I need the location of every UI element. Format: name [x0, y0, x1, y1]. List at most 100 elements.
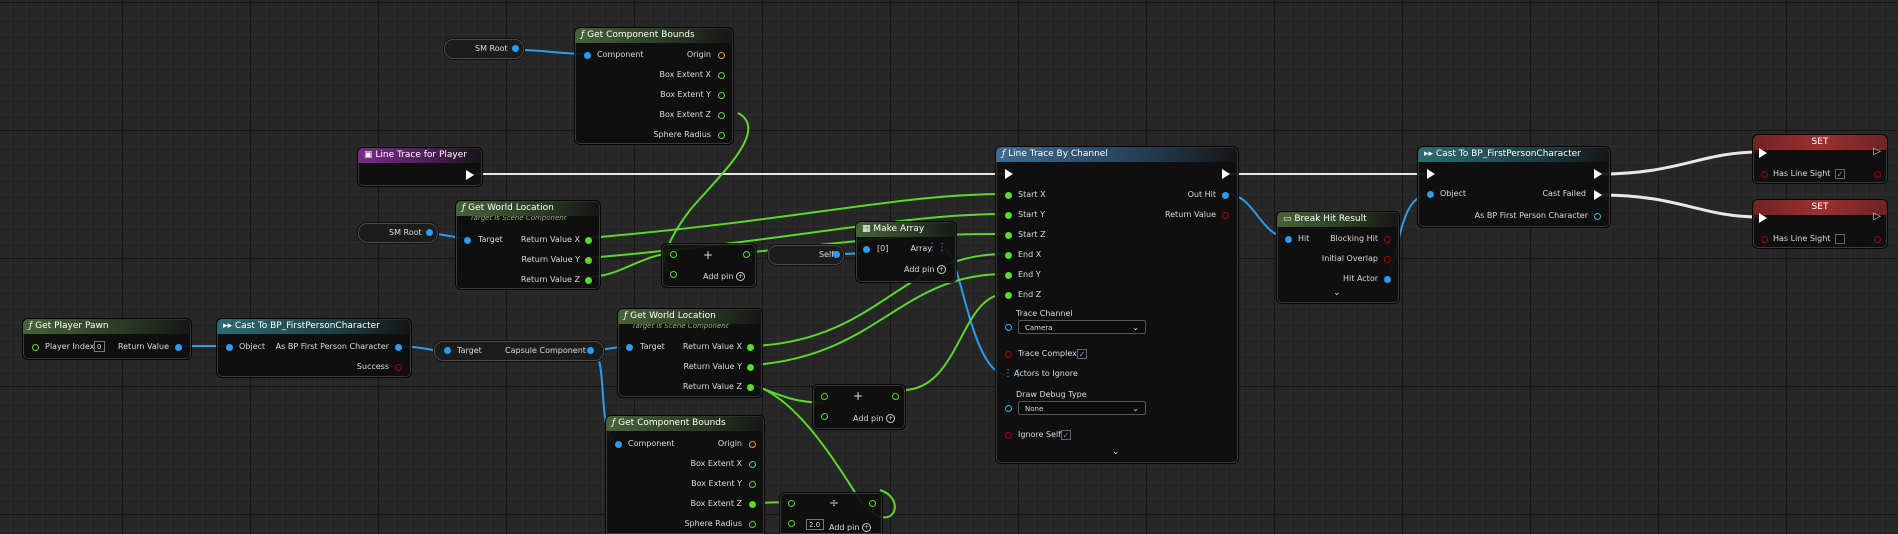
- has-line-sight-checkbox[interactable]: ✓: [1835, 169, 1845, 179]
- sm-root-output-pin[interactable]: [426, 229, 433, 236]
- trace-channel-dropdown[interactable]: Camera ⌄: [1018, 320, 1146, 334]
- cast-to-bp-first-person-character-right[interactable]: ▸▸ Cast To BP_FirstPersonCharacter Objec…: [1417, 146, 1611, 228]
- add-input-a-pin[interactable]: [821, 393, 828, 400]
- line-trace-by-channel-node[interactable]: ƒ Line Trace By Channel Start X Out Hit S…: [995, 146, 1239, 464]
- origin-pin[interactable]: [718, 52, 725, 59]
- has-line-sight-pin[interactable]: [1761, 236, 1768, 243]
- return-value-pin[interactable]: [175, 344, 182, 351]
- sphere-radius-pin[interactable]: [718, 132, 725, 139]
- line-trace-for-player-event[interactable]: ▣ Line Trace for Player: [357, 147, 483, 187]
- return-y-pin[interactable]: [747, 364, 754, 371]
- add-input-a-pin[interactable]: [670, 251, 677, 258]
- as-bp-pin[interactable]: [1594, 213, 1601, 220]
- has-line-sight-output-pin[interactable]: [1874, 171, 1881, 178]
- add-float-node-top[interactable]: + Add pin +: [661, 243, 757, 288]
- draw-debug-pin[interactable]: [1005, 405, 1012, 412]
- return-y-pin[interactable]: [585, 257, 592, 264]
- start-y-pin[interactable]: [1005, 212, 1012, 219]
- trace-complex-pin[interactable]: [1005, 351, 1012, 358]
- box-extent-x-pin[interactable]: [749, 461, 756, 468]
- hit-actor-pin[interactable]: [1384, 276, 1391, 283]
- exec-output-pin[interactable]: [1222, 169, 1230, 179]
- has-line-sight-checkbox[interactable]: [1835, 234, 1845, 244]
- get-component-bounds-node-bottom[interactable]: ƒ Get Component Bounds Component Origin B…: [605, 415, 765, 534]
- add-input-b-pin[interactable]: [670, 271, 677, 278]
- box-extent-y-pin[interactable]: [749, 481, 756, 488]
- sm-root-getter-mid[interactable]: SM Root: [358, 223, 438, 243]
- blocking-hit-pin[interactable]: [1384, 236, 1391, 243]
- exec-output-pin[interactable]: [1594, 169, 1602, 179]
- return-x-pin[interactable]: [585, 237, 592, 244]
- expand-chevron-icon[interactable]: ⌄: [1112, 447, 1120, 457]
- divide-float-node[interactable]: 2.0 ÷ Add pin +: [779, 492, 883, 534]
- target-pin[interactable]: [626, 344, 633, 351]
- as-bp-pin[interactable]: [395, 344, 402, 351]
- exec-input-pin[interactable]: [1005, 169, 1013, 179]
- add-float-node-bottom[interactable]: + Add pin +: [812, 384, 906, 430]
- target-pin[interactable]: [464, 237, 471, 244]
- start-x-pin[interactable]: [1005, 192, 1012, 199]
- add-pin-button[interactable]: Add pin +: [904, 265, 946, 274]
- break-hit-result-node[interactable]: ▭ Break Hit Result Hit Blocking Hit Init…: [1276, 211, 1400, 304]
- sm-root-output-pin[interactable]: [512, 45, 519, 52]
- add-pin-button[interactable]: Add pin +: [829, 523, 871, 532]
- capsule-component-getter[interactable]: Target Capsule Component: [434, 341, 604, 361]
- return-value-pin[interactable]: [1222, 212, 1229, 219]
- hit-pin[interactable]: [1285, 236, 1292, 243]
- box-extent-z-pin[interactable]: [749, 501, 756, 508]
- component-pin[interactable]: [615, 441, 622, 448]
- get-world-location-node-top[interactable]: ƒ Get World Location Target is Scene Comp…: [455, 200, 601, 290]
- get-component-bounds-node-top[interactable]: ƒ Get Component Bounds Component Origin B…: [574, 27, 734, 145]
- ignore-self-checkbox[interactable]: ✓: [1061, 430, 1071, 440]
- set-has-line-sight-node-bottom[interactable]: SET ▷ Has Line Sight: [1752, 199, 1888, 249]
- make-array-node[interactable]: ▦ Make Array [0] Array ⋮⋮ Add pin +: [855, 221, 957, 283]
- box-extent-x-pin[interactable]: [718, 72, 725, 79]
- out-hit-pin[interactable]: [1222, 192, 1229, 199]
- expand-chevron-icon[interactable]: ⌄: [1333, 288, 1341, 298]
- object-pin[interactable]: [226, 344, 233, 351]
- exec-output-pin[interactable]: [466, 170, 474, 180]
- draw-debug-dropdown[interactable]: None ⌄: [1018, 401, 1146, 415]
- divisor-input[interactable]: 2.0: [806, 519, 824, 530]
- trace-complex-checkbox[interactable]: ✓: [1077, 349, 1087, 359]
- sphere-radius-pin[interactable]: [749, 521, 756, 528]
- sm-root-getter-top[interactable]: SM Root: [444, 39, 524, 59]
- player-index-input[interactable]: 0: [94, 341, 105, 352]
- self-node[interactable]: Self: [768, 245, 844, 265]
- return-x-pin[interactable]: [747, 344, 754, 351]
- divide-input-b-pin[interactable]: [788, 520, 795, 527]
- origin-pin[interactable]: [749, 441, 756, 448]
- divide-input-a-pin[interactable]: [788, 500, 795, 507]
- box-extent-z-pin[interactable]: [718, 112, 725, 119]
- return-z-pin[interactable]: [585, 277, 592, 284]
- exec-input-pin[interactable]: [1759, 148, 1767, 158]
- exec-input-pin[interactable]: [1759, 213, 1767, 223]
- divide-output-pin[interactable]: [869, 500, 876, 507]
- component-pin[interactable]: [584, 52, 591, 59]
- get-player-pawn-node[interactable]: ƒ Get Player Pawn Player Index 0 Return V…: [22, 318, 192, 360]
- return-z-pin[interactable]: [747, 384, 754, 391]
- capsule-output-pin[interactable]: [587, 347, 594, 354]
- cast-to-bp-first-person-character-left[interactable]: ▸▸ Cast To BP_FirstPersonCharacter Objec…: [216, 318, 412, 378]
- player-index-pin[interactable]: [32, 344, 39, 351]
- exec-input-pin[interactable]: [1427, 169, 1435, 179]
- exec-output-pin[interactable]: ▷: [1873, 146, 1881, 157]
- exec-output-pin[interactable]: ▷: [1873, 211, 1881, 222]
- end-y-pin[interactable]: [1005, 272, 1012, 279]
- add-output-pin[interactable]: [743, 251, 750, 258]
- has-line-sight-pin[interactable]: [1761, 171, 1768, 178]
- end-x-pin[interactable]: [1005, 252, 1012, 259]
- end-z-pin[interactable]: [1005, 292, 1012, 299]
- set-has-line-sight-node-top[interactable]: SET ▷ Has Line Sight ✓: [1752, 134, 1888, 184]
- initial-overlap-pin[interactable]: [1384, 256, 1391, 263]
- add-output-pin[interactable]: [892, 393, 899, 400]
- add-pin-button[interactable]: Add pin +: [853, 414, 895, 423]
- box-extent-y-pin[interactable]: [718, 92, 725, 99]
- self-output-pin[interactable]: [833, 251, 840, 258]
- add-input-b-pin[interactable]: [821, 413, 828, 420]
- cast-failed-exec-pin[interactable]: [1594, 190, 1602, 200]
- ignore-self-pin[interactable]: [1005, 432, 1012, 439]
- array-output-pin[interactable]: ⋮⋮: [927, 242, 947, 253]
- array-item-0-pin[interactable]: [863, 246, 870, 253]
- start-z-pin[interactable]: [1005, 232, 1012, 239]
